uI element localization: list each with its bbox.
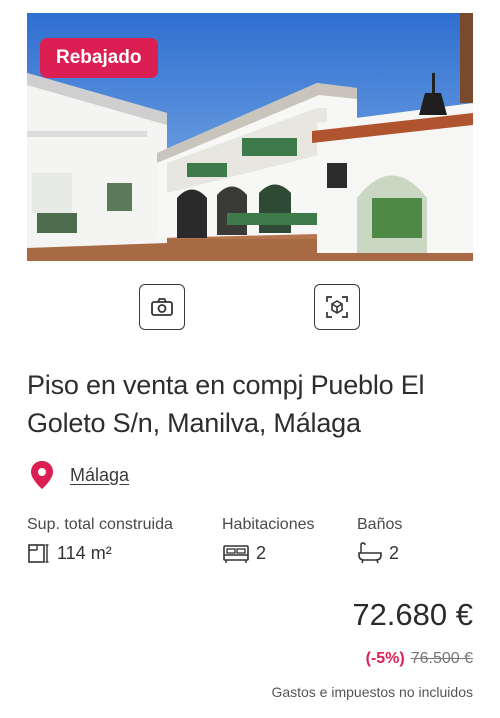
- area-label: Sup. total construida: [27, 516, 173, 533]
- feature-baths: Baños 2: [357, 516, 402, 564]
- current-price: 72.680 €: [352, 597, 473, 632]
- feature-area: Sup. total construida 114 m²: [27, 516, 173, 564]
- feature-rooms: Habitaciones 2: [222, 516, 315, 564]
- baths-value: 2: [389, 542, 400, 563]
- camera-icon: [151, 298, 173, 316]
- map-pin-icon: [31, 461, 53, 489]
- rooms-value: 2: [256, 542, 267, 563]
- location-link[interactable]: Málaga: [70, 465, 129, 486]
- virtual-tour-button[interactable]: [314, 284, 360, 330]
- bathtub-icon: [358, 542, 382, 564]
- old-price: 76.500 €: [410, 650, 473, 667]
- location-row: Málaga: [30, 460, 129, 490]
- property-card[interactable]: Rebajado Piso en venta en compj Pueblo E…: [0, 0, 500, 718]
- 3d-cube-icon: [326, 296, 348, 318]
- property-photo[interactable]: Rebajado: [27, 13, 473, 261]
- photos-button[interactable]: [139, 284, 185, 330]
- discount-badge: Rebajado: [40, 38, 158, 78]
- taxes-note: Gastos e impuestos no incluidos: [271, 684, 473, 700]
- listing-title[interactable]: Piso en venta en compj Pueblo El Goleto …: [27, 366, 487, 442]
- area-value: 114 m²: [57, 542, 112, 563]
- price-history: (-5%) 76.500 €: [366, 650, 473, 668]
- floor-plan-icon: [28, 544, 49, 563]
- rooms-label: Habitaciones: [222, 516, 315, 533]
- bed-icon: [223, 545, 249, 563]
- baths-label: Baños: [357, 516, 403, 533]
- discount-percent: (-5%): [365, 650, 405, 667]
